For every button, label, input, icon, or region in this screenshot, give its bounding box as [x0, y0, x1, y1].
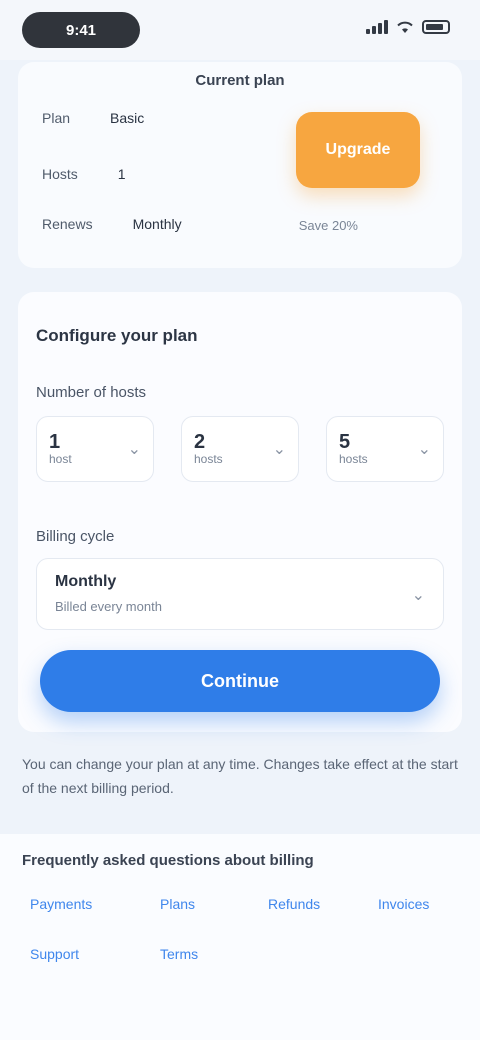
- section-title: Configure your plan: [36, 326, 198, 345]
- host-option-stepper[interactable]: 2 hosts ⌄: [181, 416, 299, 482]
- host-option-stepper[interactable]: 5 hosts ⌄: [326, 416, 444, 482]
- stepper-unit: host: [49, 452, 72, 466]
- account-row: Hosts 1: [42, 166, 126, 182]
- account-row-value: Basic: [110, 110, 145, 126]
- chevron-down-icon: ⌄: [272, 441, 286, 458]
- account-row-label: Plan: [42, 110, 71, 126]
- billing-cycle-label: Billing cycle: [36, 528, 115, 545]
- billing-cycle-value: Monthly: [55, 573, 117, 590]
- account-row-label: Hosts: [42, 166, 78, 182]
- account-row: Plan Basic: [42, 110, 144, 126]
- status-bar: 9:41: [0, 0, 480, 60]
- upgrade-button[interactable]: Upgrade: [296, 112, 420, 188]
- faq-link[interactable]: Invoices: [378, 896, 429, 912]
- status-time: 9:41: [22, 12, 140, 48]
- chevron-down-icon: ⌄: [127, 441, 141, 458]
- host-count-label: Number of hosts: [36, 384, 147, 401]
- faq-title: Frequently asked questions about billing: [22, 852, 314, 869]
- faq-links-section: Frequently asked questions about billing…: [0, 834, 480, 1040]
- faq-link[interactable]: Support: [30, 946, 79, 962]
- chevron-down-icon: ⌄: [411, 587, 425, 604]
- account-card: Current plan Plan Basic Hosts 1 Renews Mont…: [18, 62, 462, 268]
- stepper-unit: hosts: [194, 452, 223, 466]
- billing-cycle-description: Billed every month: [55, 599, 162, 614]
- status-icons: [366, 20, 450, 34]
- faq-link[interactable]: Terms: [160, 946, 198, 962]
- stepper-value: 1: [49, 431, 61, 453]
- faq-link[interactable]: Payments: [30, 896, 92, 912]
- help-text: You can change your plan at any time. Ch…: [22, 756, 458, 796]
- host-option-stepper[interactable]: 1 host ⌄: [36, 416, 154, 482]
- account-card-title: Current plan: [195, 72, 285, 89]
- stepper-unit: hosts: [339, 452, 368, 466]
- account-row-label: Renews: [42, 216, 93, 232]
- account-row-value: 1: [117, 166, 126, 182]
- stepper-value: 2: [194, 431, 206, 453]
- account-row: Renews Monthly: [42, 216, 182, 232]
- billing-cycle-select[interactable]: Monthly Billed every month ⌄: [36, 558, 444, 630]
- signal-icon: [366, 20, 388, 34]
- faq-link[interactable]: Refunds: [268, 896, 320, 912]
- savings-note: Save 20%: [298, 218, 358, 233]
- battery-icon: [422, 20, 450, 34]
- wifi-icon: [397, 21, 413, 33]
- plan-settings-card: Configure your plan Number of hosts 1 ho…: [18, 292, 462, 732]
- chevron-down-icon: ⌄: [417, 441, 431, 458]
- faq-link[interactable]: Plans: [160, 896, 195, 912]
- account-row-value: Monthly: [132, 216, 182, 232]
- stepper-value: 5: [339, 431, 351, 453]
- continue-button[interactable]: Continue: [40, 650, 440, 712]
